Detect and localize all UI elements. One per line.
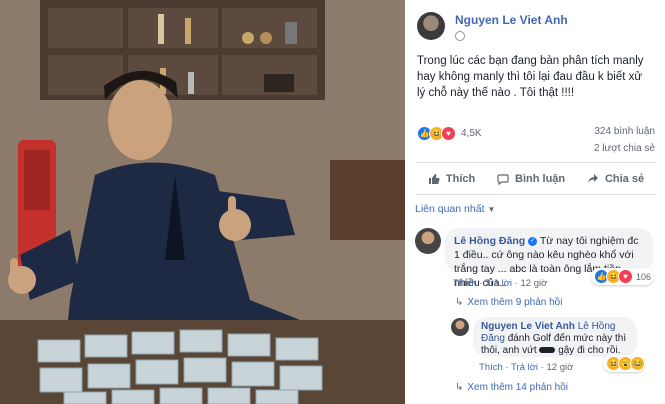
reply-author[interactable]: Nguyen Le Viet Anh	[481, 321, 575, 332]
reply-arrow-icon: ↳	[455, 382, 464, 393]
post-meta	[455, 31, 568, 42]
thumb-up-icon	[428, 174, 440, 184]
laugh-reaction-icon: 😂	[630, 356, 645, 371]
view-more-replies-2[interactable]: ↳ Xem thêm 14 phản hồi	[455, 382, 568, 393]
comment-time: 12 giờ	[520, 278, 548, 289]
comment-reply-link[interactable]: Trả lời	[485, 278, 512, 289]
author-avatar[interactable]	[417, 12, 445, 40]
divider	[417, 194, 655, 195]
comment-like-link[interactable]: Thích	[453, 278, 477, 289]
comment-bubble: Lê Hồng Đăng ✓ Từ nay tôi nghiệm đc 1 đi…	[445, 228, 653, 289]
share-count[interactable]: 2 lượt chia sẻ	[594, 143, 655, 154]
globe-icon	[455, 31, 465, 42]
author-name[interactable]: Nguyen Le Viet Anh	[455, 13, 568, 27]
comment-reaction-count: 106	[636, 271, 652, 282]
like-button[interactable]: Thích	[428, 173, 475, 185]
share-button[interactable]: Chia sẻ	[587, 173, 644, 185]
sort-label: Liên quan nhất	[415, 203, 485, 215]
reply-reactions[interactable]: 😆 😮 😂	[603, 355, 645, 372]
reply-reply-link[interactable]: Trả lời	[511, 362, 538, 373]
reaction-count: 4,5K	[461, 128, 482, 139]
post-panel: Nguyen Le Viet Anh Trong lúc các bạn đan…	[405, 0, 665, 404]
love-reaction-icon: ♥	[618, 269, 633, 284]
commenter-avatar[interactable]	[415, 228, 441, 254]
post-text: Trong lúc các bạn đang bàn phân tích man…	[417, 55, 644, 99]
comment-reactions[interactable]: 👍 😆 ♥ 106	[591, 268, 655, 285]
reply-like-link[interactable]: Thích	[479, 362, 503, 373]
comment-author[interactable]: Lê Hồng Đăng	[454, 235, 525, 247]
redacted-scribble	[539, 347, 556, 354]
photo-trophy	[158, 14, 164, 44]
comment-button[interactable]: Bình luận	[497, 173, 565, 185]
share-icon	[587, 174, 598, 183]
post-photo[interactable]	[0, 0, 405, 404]
love-reaction-icon: ♥	[441, 126, 456, 141]
like-label: Thích	[445, 173, 476, 185]
comment-count[interactable]: 324 bình luận	[594, 126, 655, 137]
reaction-summary[interactable]: 👍 😆 ♥ 4,5K	[417, 126, 482, 141]
share-label: Chia sẻ	[604, 173, 645, 185]
caret-down-icon: ▼	[487, 205, 496, 214]
comment-icon	[497, 174, 509, 185]
verified-icon: ✓	[528, 236, 538, 246]
photo-illustration	[0, 0, 405, 404]
reply-time: 12 giờ	[546, 362, 574, 373]
reply-bubble: Nguyen Le Viet Anh Lê Hồng Đăng đánh Gol…	[473, 317, 637, 357]
divider	[417, 162, 655, 163]
post-stats: 👍 😆 ♥ 4,5K 324 bình luận 2 lượt chia sẻ	[417, 124, 655, 154]
comment-sort-dropdown[interactable]: Liên quan nhất ▼	[415, 203, 495, 215]
comment-meta: Thích · Trả lời · 12 giờ	[453, 278, 548, 289]
reply-avatar[interactable]	[451, 318, 469, 336]
facebook-post-screenshot: Nguyen Le Viet Anh Trong lúc các bạn đan…	[0, 0, 665, 404]
view-more-replies-label: Xem thêm 14 phản hồi	[467, 382, 569, 393]
comment-label: Bình luận	[515, 173, 566, 185]
post-header: Nguyen Le Viet Anh	[417, 10, 568, 42]
reply-meta: Thích · Trả lời · 12 giờ	[479, 362, 574, 373]
view-more-replies-label: Xem thêm 9 phản hồi	[467, 297, 563, 308]
post-actions: Thích Bình luận Chia sẻ	[417, 166, 655, 192]
reply-arrow-icon: ↳	[455, 297, 464, 308]
view-more-replies[interactable]: ↳ Xem thêm 9 phản hồi	[455, 297, 562, 308]
